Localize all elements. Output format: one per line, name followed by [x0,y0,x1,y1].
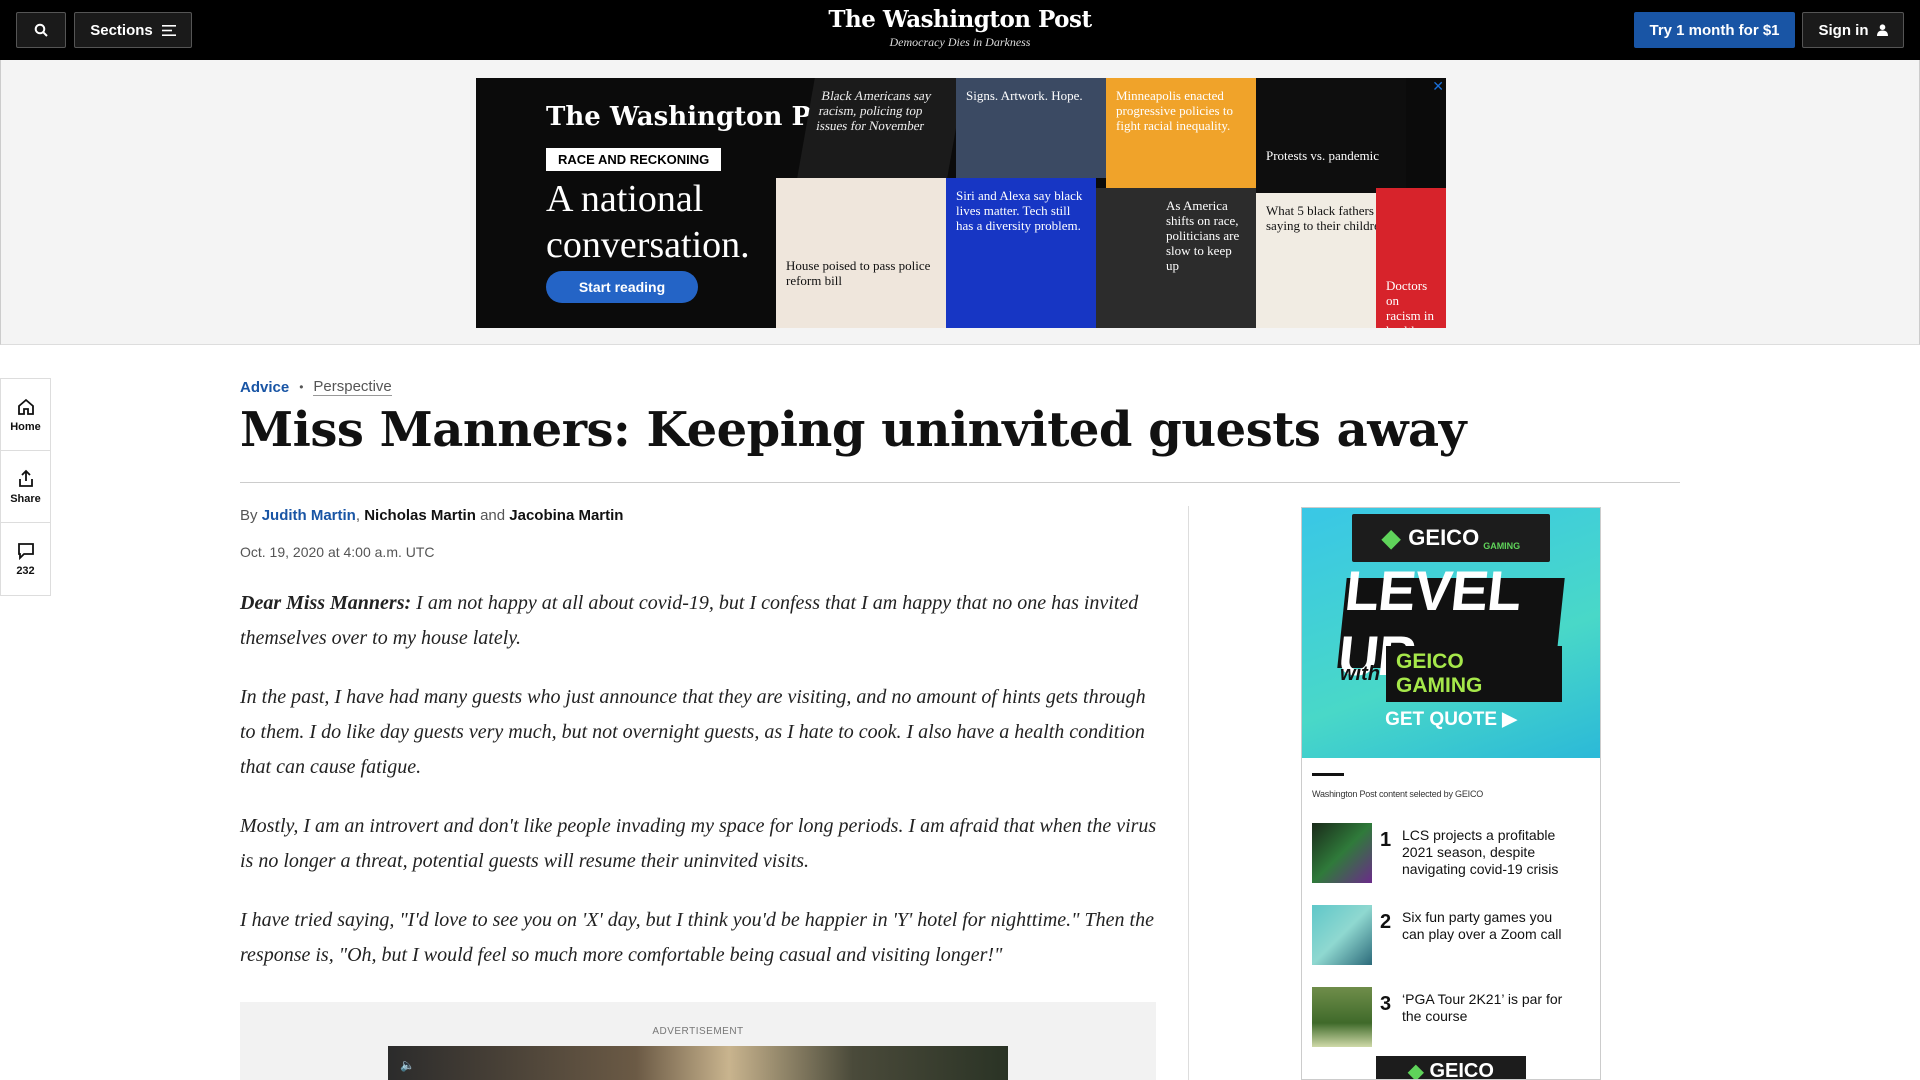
geico-gaming-text: GEICO GAMING [1386,646,1562,702]
with-text: with [1340,662,1380,685]
section-link[interactable]: Advice [240,379,289,396]
ad-tile: Protests vs. pandemic [1256,78,1406,193]
paragraph: Dear Miss Manners: I am not happy at all… [240,586,1158,656]
title-divider [240,482,1680,483]
paragraph: Mostly, I am an introvert and don't like… [240,815,1157,872]
comment-icon [17,543,34,561]
list-item[interactable]: 2 Six fun party games you can play over … [1312,905,1592,967]
item-thumbnail [1312,987,1372,1047]
site-logo[interactable]: The Washington Post Democracy Dies in Da… [0,6,1920,50]
letter-salutation: Dear Miss Manners: [240,592,412,614]
advertisement-label: ADVERTISEMENT [652,1026,744,1037]
ad-tag: RACE AND RECKONING [546,148,722,171]
sponsor-note: Washington Post content selected by GEIC… [1312,789,1484,799]
list-item[interactable]: 1 LCS projects a profitable 2021 season,… [1312,823,1592,885]
byline: By Judith Martin, Nicholas Martin and Ja… [240,507,623,524]
logo-tagline: Democracy Dies in Darkness [889,35,1031,49]
page-title: Miss Manners: Keeping uninvited guests a… [240,402,1467,458]
byline-and: and [480,507,506,524]
paragraph: In the past, I have had many guests who … [240,686,1146,778]
share-icon [18,469,33,487]
comment-count: 232 [16,565,35,577]
inline-ad: ADVERTISEMENT 🔈 [240,1002,1156,1080]
geico-logo-text: GEICO [1408,525,1480,550]
top-ad-band: The Washington Post RACE AND RECKONING A… [0,60,1920,345]
ad-tile: Siri and Alexa say black lives matter. T… [946,178,1096,328]
perspective-label[interactable]: Perspective [313,378,392,396]
subscribe-button[interactable]: Try 1 month for $1 [1634,12,1795,48]
geico-logo: ◆ GEICO GAMING [1352,514,1550,562]
geico-banner[interactable]: ◆ GEICO GAMING LEVEL UP with GEICO GAMING … [1302,508,1600,758]
paragraph: I have tried saying, "I'd love to see yo… [240,909,1154,966]
with-geico-gaming: with GEICO GAMING [1340,646,1562,702]
ad-tile: Doctors on racism in health [1376,188,1446,328]
article-body: Dear Miss Manners: I am not happy at all… [240,586,1158,997]
share-label: Share [10,492,41,505]
geico-footer-text: GEICO [1429,1059,1494,1080]
user-icon [1876,24,1888,36]
get-quote-button[interactable]: GET QUOTE ▶ [1302,708,1600,731]
list-item[interactable]: 3 ‘PGA Tour 2K21’ is par for the course [1312,987,1592,1049]
author-link[interactable]: Judith Martin [262,507,356,524]
logo-name: The Washington Post [828,6,1092,33]
byline-comma: , [355,507,361,524]
ad-headline: A national conversation. [546,178,750,266]
ad-tile: Signs. Artwork. Hope. [956,78,1106,178]
item-number: 1 [1380,829,1392,851]
ad-tile: Minneapolis enacted progressive policies… [1106,78,1256,188]
geico-diamond-icon: ◆ [1408,1060,1424,1080]
sign-in-button[interactable]: Sign in [1802,12,1904,48]
byline-by: By [240,507,258,524]
home-label: Home [10,420,41,433]
ad-tile: Black Americans say racism, policing top… [797,78,965,178]
item-thumbnail [1312,905,1372,965]
home-button[interactable]: Home [1,379,50,451]
author-name: Nicholas Martin [364,507,476,524]
geico-diamond-icon: ◆ [1381,524,1401,552]
author-name: Jacobina Martin [509,507,624,524]
comments-button[interactable]: 232 [1,523,50,595]
item-number: 2 [1380,911,1392,933]
section-bar [1312,773,1344,776]
geico-sidebar-ad[interactable]: ◆ GEICO GAMING LEVEL UP with GEICO GAMING … [1301,507,1601,1080]
geico-footer-logo: ◆ GEICO [1376,1056,1526,1080]
publish-date: Oct. 19, 2020 at 4:00 a.m. UTC [240,544,435,560]
race-and-reckoning-ad[interactable]: The Washington Post RACE AND RECKONING A… [476,78,1446,328]
video-ad[interactable]: 🔈 [388,1046,1008,1080]
item-title: ‘PGA Tour 2K21’ is par for the course [1402,991,1563,1024]
share-button[interactable]: Share [1,451,50,523]
article-action-rail: Home Share 232 [0,378,51,596]
top-navbar: Sections The Washington Post Democracy D… [0,0,1920,60]
start-reading-button[interactable]: Start reading [546,271,698,303]
ad-tile: House poised to pass police reform bill [776,178,946,328]
sign-in-label: Sign in [1818,21,1869,39]
ad-tile: As America shifts on race, politicians a… [1096,188,1256,328]
item-title: Six fun party games you can play over a … [1402,909,1562,942]
volume-icon[interactable]: 🔈 [400,1058,415,1072]
kicker-separator: • [299,380,304,394]
item-title: LCS projects a profitable 2021 season, d… [1402,827,1559,877]
kicker: Advice • Perspective [240,378,392,396]
column-divider [1188,506,1189,1080]
home-icon [17,398,34,415]
item-number: 3 [1380,993,1392,1015]
ad-close-icon[interactable]: ✕ [1432,78,1444,95]
item-thumbnail [1312,823,1372,883]
geico-logo-sub: GAMING [1483,541,1521,551]
